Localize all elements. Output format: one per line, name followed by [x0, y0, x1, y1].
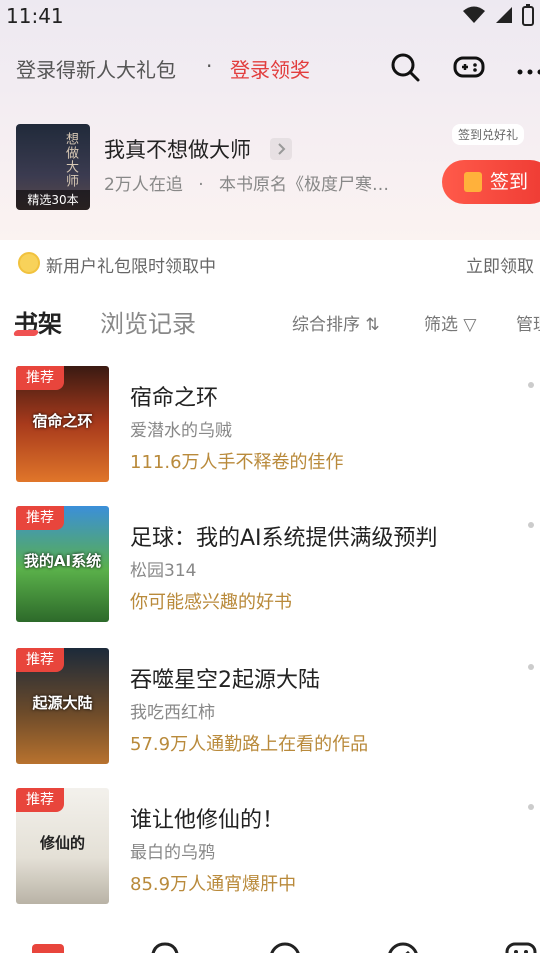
list-item[interactable]: 宿命之环 推荐 宿命之环 爱潜水的乌贼 111.6万人手不释卷的佳作: [0, 352, 540, 484]
book-cover-text: 起源大陆: [32, 694, 93, 712]
checkin-button[interactable]: 签到: [442, 160, 540, 204]
featured-cover-text: 想做大师: [63, 132, 78, 188]
book-cover-text: 我的AI系统: [23, 552, 102, 570]
book-title[interactable]: 吞噬星空2起源大陆: [130, 662, 320, 694]
bookshelf-nav-icon[interactable]: [30, 934, 64, 953]
featured-book-card[interactable]: 想做大师 精选30本 我真不想做大师 2万人在追 · 本书原名《极度尸寒… 签到…: [0, 118, 540, 218]
header-separator: ·: [206, 54, 213, 78]
battery-icon: [522, 4, 534, 26]
gift-bar[interactable]: 新用户礼包限时领取中 立即领取: [0, 240, 540, 286]
system-icons: [462, 4, 534, 26]
book-title[interactable]: 宿命之环: [130, 380, 218, 412]
manage-button[interactable]: 管理: [516, 310, 540, 335]
book-author: 我吃西红柿: [130, 703, 215, 723]
tab-active-indicator: [12, 330, 40, 336]
checkin-label: 签到: [490, 171, 529, 193]
status-bar: 11:41: [0, 0, 540, 32]
status-time: 11:41: [6, 4, 64, 28]
bottom-nav: [0, 926, 540, 953]
filter-button[interactable]: 筛选 ▽: [424, 310, 476, 335]
signal-icon: [496, 7, 512, 23]
book-title[interactable]: 谁让他修仙的！: [130, 802, 284, 834]
book-hint: 57.9万人通勤路上在看的作品: [130, 734, 369, 755]
gift-bar-text: 新用户礼包限时领取中: [46, 257, 216, 277]
gamepad-icon[interactable]: [452, 50, 486, 84]
book-hint: 你可能感兴趣的好书: [130, 592, 292, 613]
book-author: 松园314: [130, 561, 197, 581]
compass-nav-icon[interactable]: [386, 934, 420, 953]
more-dot-icon[interactable]: [528, 522, 534, 528]
wifi-icon: [463, 6, 485, 23]
recommend-badge: 推荐: [16, 648, 64, 672]
coin-icon: [18, 252, 40, 274]
featured-cover-badge: 精选30本: [16, 190, 90, 210]
header: 登录得新人大礼包 · 登录领奖: [0, 44, 540, 90]
recommend-badge: 推荐: [16, 366, 64, 390]
more-dot-icon[interactable]: [528, 382, 534, 388]
search-icon[interactable]: [388, 50, 422, 84]
book-hint: 85.9万人通宵爆肝中: [130, 874, 297, 895]
featured-separator: ·: [198, 175, 204, 195]
gift-claim-link[interactable]: 立即领取: [466, 252, 534, 277]
featured-book-cover[interactable]: 想做大师 精选30本: [16, 124, 90, 210]
book-cover-text: 修仙的: [39, 834, 85, 852]
book-title[interactable]: 足球：我的AI系统提供满级预判: [130, 520, 438, 552]
profile-nav-icon[interactable]: [504, 934, 538, 953]
list-item[interactable]: 修仙的 推荐 谁让他修仙的！ 最白的乌鸦 85.9万人通宵爆肝中: [0, 774, 540, 906]
shelf-tabs: 书架 浏览记录 综合排序 ⇅ 筛选 ▽ 管理: [0, 296, 540, 344]
gift-icon: [464, 172, 482, 192]
list-item[interactable]: 我的AI系统 推荐 足球：我的AI系统提供满级预判 松园314 你可能感兴趣的好…: [0, 492, 540, 624]
login-promo-text: 登录得新人大礼包: [16, 58, 176, 82]
tab-browse-history[interactable]: 浏览记录: [100, 304, 196, 339]
featured-book-subtitle: 2万人在追 · 本书原名《极度尸寒…: [104, 170, 389, 195]
featured-followers: 2万人在追: [104, 175, 183, 195]
more-dot-icon[interactable]: [528, 804, 534, 810]
featured-original-name: 本书原名《极度尸寒…: [219, 175, 390, 195]
featured-book-title[interactable]: 我真不想做大师: [104, 134, 251, 164]
more-icon[interactable]: [514, 50, 540, 84]
book-author: 最白的乌鸦: [130, 843, 215, 863]
book-author: 爱潜水的乌贼: [130, 421, 232, 441]
login-reward-link[interactable]: 登录领奖: [230, 54, 310, 83]
sort-button[interactable]: 综合排序 ⇅: [292, 310, 380, 335]
chevron-right-icon[interactable]: [270, 138, 292, 160]
book-cover-text: 宿命之环: [32, 412, 93, 430]
category-nav-icon[interactable]: [148, 934, 182, 953]
recommend-badge: 推荐: [16, 788, 64, 812]
book-hint: 111.6万人手不释卷的佳作: [130, 452, 344, 473]
checkin-hint: 签到兑好礼: [452, 124, 525, 145]
list-item[interactable]: 起源大陆 推荐 吞噬星空2起源大陆 我吃西红柿 57.9万人通勤路上在看的作品: [0, 634, 540, 766]
more-dot-icon[interactable]: [528, 664, 534, 670]
discover-nav-icon[interactable]: [268, 934, 302, 953]
recommend-badge: 推荐: [16, 506, 64, 530]
